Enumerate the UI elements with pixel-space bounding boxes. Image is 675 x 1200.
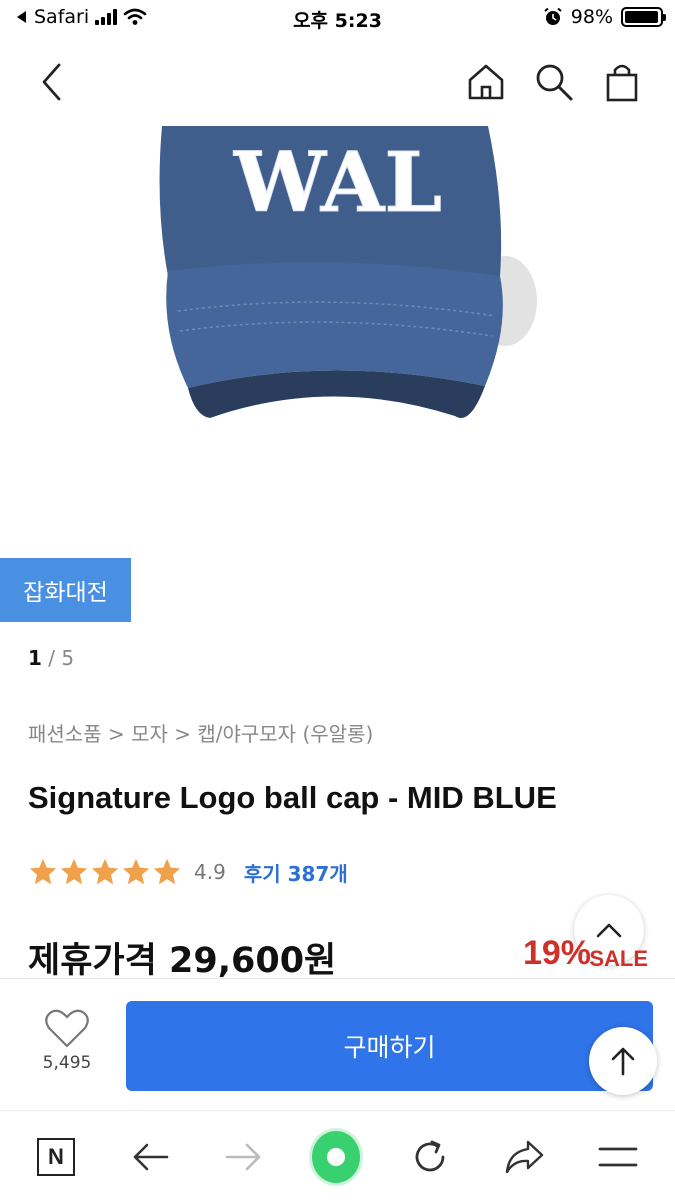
browser-forward-button[interactable] bbox=[220, 1133, 268, 1181]
menu-button[interactable] bbox=[594, 1133, 642, 1181]
home-button[interactable] bbox=[462, 58, 510, 106]
like-count: 5,495 bbox=[42, 1053, 92, 1073]
share-button[interactable] bbox=[500, 1133, 548, 1181]
back-button[interactable] bbox=[28, 58, 76, 106]
browser-back-button[interactable] bbox=[126, 1133, 174, 1181]
arrow-left-icon bbox=[133, 1143, 169, 1171]
price-row: 제휴가격 29,600원 19% SALE bbox=[28, 932, 653, 982]
image-pager: 1 / 5 bbox=[28, 646, 74, 670]
cart-button[interactable] bbox=[598, 58, 646, 106]
cap-logo: WAL bbox=[233, 135, 442, 231]
star-icon bbox=[153, 858, 181, 885]
battery-fill bbox=[625, 11, 659, 23]
green-dot-icon bbox=[312, 1131, 360, 1183]
price-label: 제휴가격 29,600원 bbox=[28, 941, 337, 981]
rating-stars bbox=[28, 857, 182, 887]
browser-toolbar: N bbox=[0, 1110, 675, 1200]
scroll-to-top-button[interactable] bbox=[589, 1027, 657, 1095]
heart-icon bbox=[45, 1009, 89, 1048]
naver-home-button[interactable]: N bbox=[32, 1133, 80, 1181]
discount-rate: 19% bbox=[522, 934, 591, 972]
status-bar: Safari 오후 5:23 98% bbox=[0, 0, 675, 38]
arrow-right-icon bbox=[225, 1143, 261, 1171]
pager-total: / 5 bbox=[48, 646, 75, 670]
breadcrumb[interactable]: 패션소품 > 모자 > 캡/야구모자 (우알롱) bbox=[28, 718, 373, 747]
search-button[interactable] bbox=[530, 58, 578, 106]
product-title: Signature Logo ball cap - MID BLUE bbox=[28, 780, 557, 815]
hamburger-icon bbox=[598, 1147, 638, 1167]
like-button[interactable]: 5,495 bbox=[22, 1009, 112, 1089]
buy-button[interactable]: 구매하기 bbox=[126, 1001, 653, 1091]
status-right: 98% bbox=[543, 6, 666, 28]
star-icon bbox=[91, 858, 119, 885]
cap-brim-top bbox=[166, 262, 503, 388]
share-icon bbox=[505, 1140, 544, 1174]
sale-tag: SALE bbox=[589, 946, 648, 971]
star-icon bbox=[122, 858, 150, 885]
rating-value: 4.9 bbox=[194, 860, 226, 884]
shopping-bag-icon bbox=[606, 64, 638, 102]
reload-button[interactable] bbox=[406, 1133, 454, 1181]
product-image[interactable]: WAL bbox=[0, 126, 675, 556]
reload-icon bbox=[415, 1140, 445, 1172]
battery-percent: 98% bbox=[570, 6, 613, 28]
green-dot-button[interactable] bbox=[312, 1131, 360, 1183]
category-badge[interactable]: 잡화대전 bbox=[0, 558, 131, 622]
star-icon bbox=[29, 858, 57, 885]
top-navigation bbox=[0, 44, 675, 122]
rating-row: 4.9 후기 387개 bbox=[28, 856, 348, 888]
alarm-icon bbox=[544, 7, 562, 25]
review-link[interactable]: 후기 387개 bbox=[244, 858, 348, 887]
home-icon bbox=[468, 64, 504, 100]
star-icon bbox=[60, 858, 88, 885]
chevron-left-icon bbox=[42, 63, 61, 101]
purchase-bar: 5,495 구매하기 bbox=[0, 978, 675, 1110]
arrow-up-icon bbox=[611, 1047, 635, 1076]
battery-icon bbox=[621, 7, 666, 27]
search-icon bbox=[536, 64, 573, 101]
pager-current: 1 bbox=[28, 646, 42, 670]
naver-n-icon: N bbox=[37, 1138, 75, 1176]
cap-illustration: WAL bbox=[159, 126, 537, 418]
